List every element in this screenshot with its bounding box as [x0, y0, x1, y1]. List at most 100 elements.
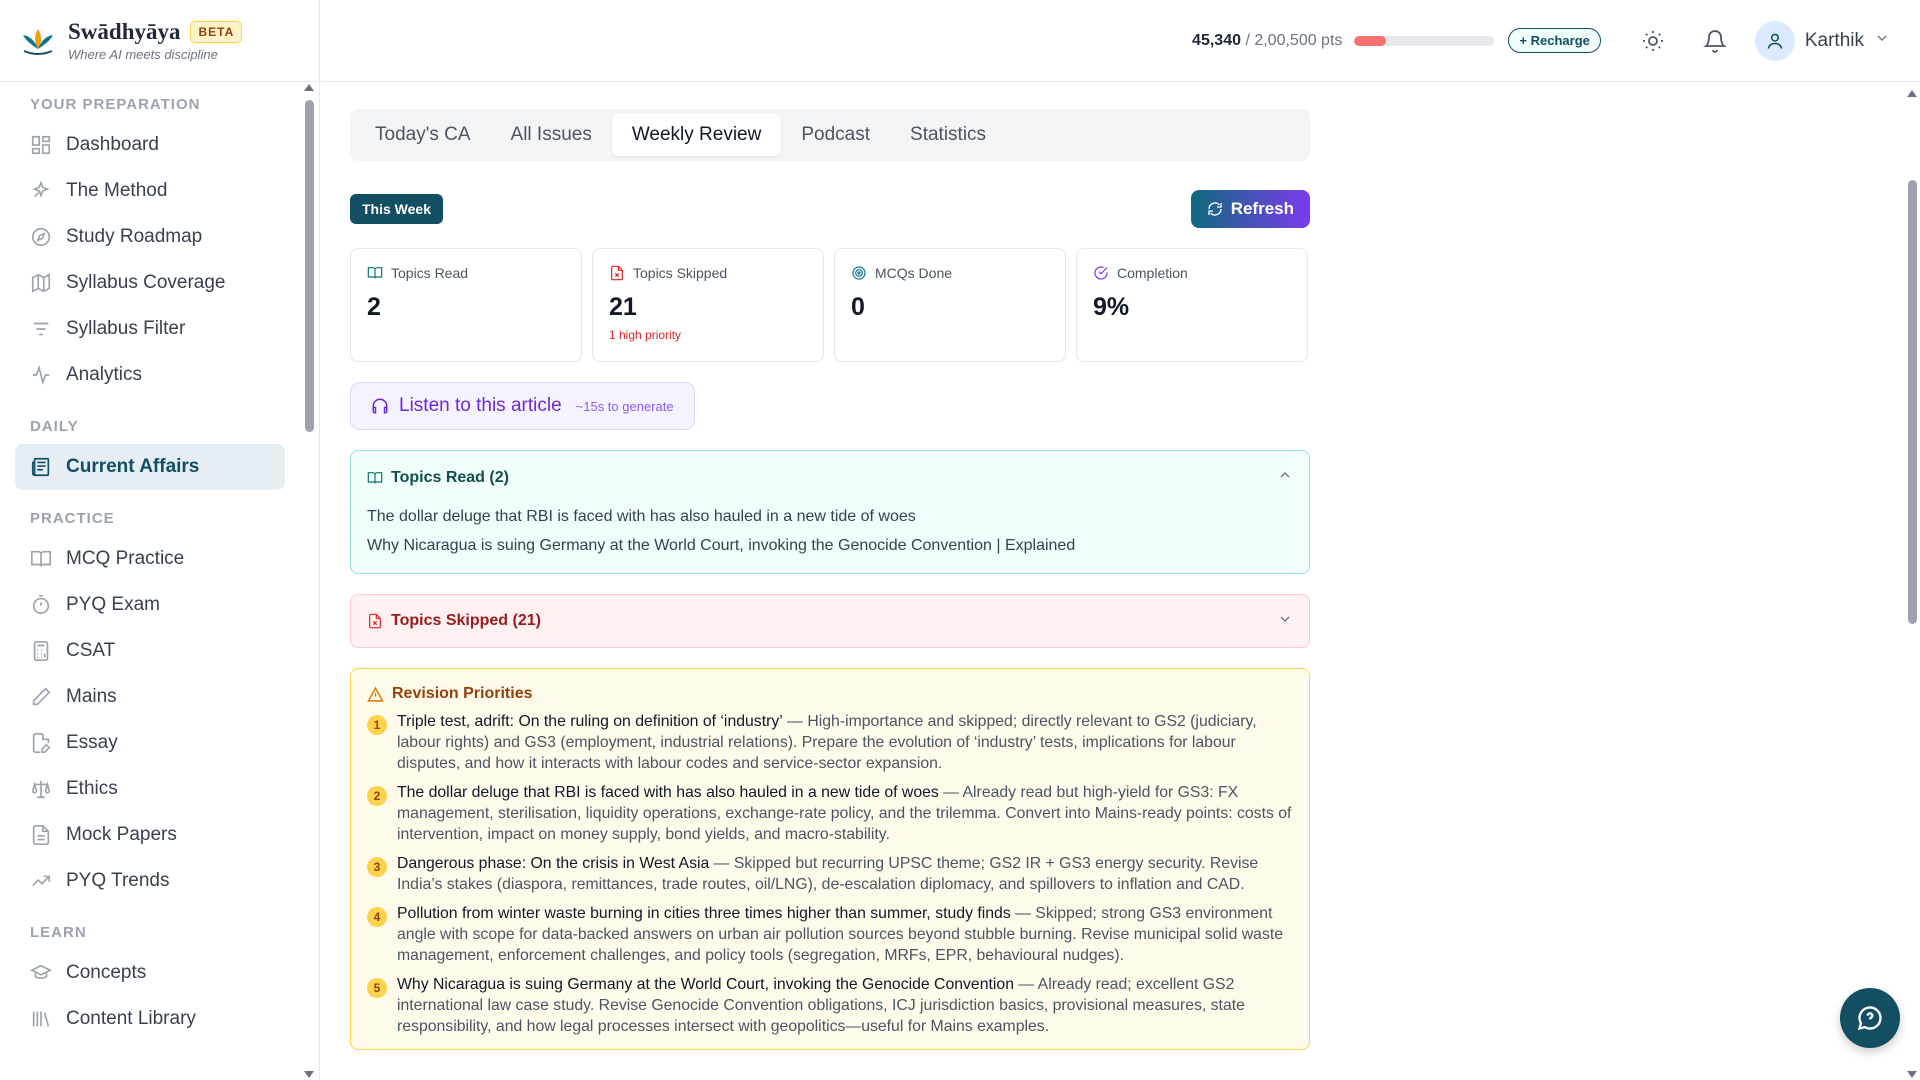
sidebar-item-syllabus-coverage[interactable]: Syllabus Coverage — [15, 260, 285, 306]
sidebar-item-mains[interactable]: Mains — [15, 674, 285, 720]
sidebar-item-the-method[interactable]: The Method — [15, 168, 285, 214]
listen-note: ~15s to generate — [575, 398, 674, 414]
sidebar-item-content-library[interactable]: Content Library — [15, 996, 285, 1042]
scroll-down-arrow-icon[interactable] — [1907, 1071, 1917, 1078]
page-scrollbar[interactable] — [1904, 84, 1920, 1080]
refresh-button[interactable]: Refresh — [1190, 190, 1310, 228]
sidebar-item-csat[interactable]: CSAT — [15, 628, 285, 674]
stat-value: 2 — [367, 293, 381, 321]
timer-icon — [30, 594, 52, 616]
priority-number: 1 — [367, 715, 387, 735]
sidebar-item-label: Mock Papers — [66, 824, 177, 845]
map-icon — [30, 272, 52, 294]
listen-article-button[interactable]: Listen to this article ~15s to generate — [350, 382, 695, 430]
sidebar-item-label: Ethics — [66, 778, 118, 799]
brand-tagline: Where AI meets discipline — [68, 47, 218, 62]
sidebar-item-study-roadmap[interactable]: Study Roadmap — [15, 214, 285, 260]
brand[interactable]: Swādhyāya BETA Where AI meets discipline — [0, 0, 319, 82]
trending-icon — [30, 870, 52, 892]
stat-label: Completion — [1117, 265, 1188, 281]
sidebar-item-label: Current Affairs — [66, 456, 200, 477]
sidebar-item-essay[interactable]: Essay — [15, 720, 285, 766]
priority-number: 4 — [367, 907, 387, 927]
help-chat-button[interactable] — [1840, 988, 1900, 1048]
brand-name: Swādhyāya — [68, 19, 181, 44]
compass-icon — [30, 226, 52, 248]
topics-skipped-panel[interactable]: Topics Skipped (21) — [350, 594, 1310, 648]
scroll-up-arrow-icon[interactable] — [304, 84, 314, 91]
tab-all-issues[interactable]: All Issues — [491, 114, 612, 156]
points-current: 45,340 — [1192, 31, 1241, 49]
sidebar-item-label: Syllabus Coverage — [66, 272, 226, 293]
notification-bell-icon[interactable] — [1693, 19, 1737, 63]
week-toolbar: This Week Refresh — [350, 190, 1310, 228]
sidebar-item-mock-papers[interactable]: Mock Papers — [15, 812, 285, 858]
scale-icon — [30, 778, 52, 800]
revision-priorities-panel: Revision Priorities 1 Triple test, adrif… — [350, 668, 1310, 1050]
sidebar-item-analytics[interactable]: Analytics — [15, 352, 285, 398]
sidebar-item-current-affairs[interactable]: Current Affairs — [15, 444, 285, 490]
tab-statistics[interactable]: Statistics — [890, 114, 1006, 156]
priority-item: 1 Triple test, adrift: On the ruling on … — [367, 711, 1293, 774]
topics-read-header[interactable]: Topics Read (2) — [367, 467, 1293, 488]
sidebar-scrollbar[interactable] — [302, 82, 316, 1080]
sidebar-item-label: Content Library — [66, 1008, 196, 1029]
sidebar-item-label: PYQ Trends — [66, 870, 170, 891]
chevron-down-icon[interactable] — [1277, 611, 1293, 632]
refresh-label: Refresh — [1230, 199, 1294, 218]
tab-todays-ca[interactable]: Today's CA — [355, 114, 491, 156]
sidebar-item-label: MCQ Practice — [66, 548, 185, 569]
top-header: 45,340 / 2,00,500 pts + Recharge Karthik — [321, 0, 1920, 82]
list-item[interactable]: The dollar deluge that RBI is faced with… — [367, 502, 1293, 531]
user-menu[interactable]: Karthik — [1754, 20, 1890, 61]
sidebar: Swādhyāya BETA Where AI meets discipline… — [0, 0, 320, 1080]
refresh-icon — [1208, 202, 1222, 216]
book-open-icon — [367, 471, 383, 483]
headphones-icon — [372, 398, 388, 414]
sidebar-item-syllabus-filter[interactable]: Syllabus Filter — [15, 306, 285, 352]
calculator-icon — [30, 640, 52, 662]
sidebar-item-concepts[interactable]: Concepts — [15, 950, 285, 996]
tab-podcast[interactable]: Podcast — [781, 114, 890, 156]
newspaper-icon — [30, 456, 52, 478]
stat-label: Topics Skipped — [633, 265, 728, 281]
points-progress-fill — [1354, 35, 1387, 46]
chevron-up-icon[interactable] — [1277, 467, 1293, 488]
sidebar-item-pyq-exam[interactable]: PYQ Exam — [15, 582, 285, 628]
priority-number: 2 — [367, 786, 387, 806]
section-title-preparation: YOUR PREPARATION — [30, 96, 201, 113]
recharge-button[interactable]: + Recharge — [1508, 28, 1601, 53]
points-display: 45,340 / 2,00,500 pts — [1192, 32, 1342, 50]
sidebar-item-label: CSAT — [66, 640, 116, 661]
priorities-title: Revision Priorities — [392, 685, 533, 702]
topics-read-panel: Topics Read (2) The dollar deluge that R… — [350, 450, 1310, 574]
sidebar-item-mcq-practice[interactable]: MCQ Practice — [15, 536, 285, 582]
scroll-up-arrow-icon[interactable] — [1907, 90, 1917, 97]
this-week-badge[interactable]: This Week — [350, 194, 443, 224]
priority-number: 5 — [367, 978, 387, 998]
priority-number: 3 — [367, 857, 387, 877]
list-item[interactable]: Why Nicaragua is suing Germany at the Wo… — [367, 531, 1293, 560]
library-icon — [30, 1008, 52, 1030]
sidebar-item-ethics[interactable]: Ethics — [15, 766, 285, 812]
activity-icon — [30, 364, 52, 386]
check-circle-icon — [1094, 266, 1108, 280]
sidebar-item-label: Essay — [66, 732, 118, 753]
scroll-down-arrow-icon[interactable] — [304, 1071, 314, 1078]
theme-toggle-sun-icon[interactable] — [1631, 19, 1675, 63]
page-scroll-thumb[interactable] — [1908, 180, 1917, 624]
book-open-icon — [30, 548, 52, 570]
tab-weekly-review[interactable]: Weekly Review — [611, 114, 782, 156]
stat-label: Topics Read — [391, 265, 469, 281]
sidebar-item-pyq-trends[interactable]: PYQ Trends — [15, 858, 285, 904]
topics-read-title: Topics Read (2) — [391, 468, 509, 486]
sparkles-icon — [30, 180, 52, 202]
section-title-practice: PRACTICE — [30, 510, 115, 527]
file-text-icon — [30, 824, 52, 846]
priority-heading: Triple test, adrift: On the ruling on de… — [397, 713, 783, 730]
sidebar-item-dashboard[interactable]: Dashboard — [15, 122, 285, 168]
priority-heading: Pollution from winter waste burning in c… — [397, 905, 1011, 922]
user-icon — [1767, 33, 1783, 49]
sidebar-scroll-thumb[interactable] — [305, 100, 314, 432]
file-x-icon — [369, 613, 381, 629]
